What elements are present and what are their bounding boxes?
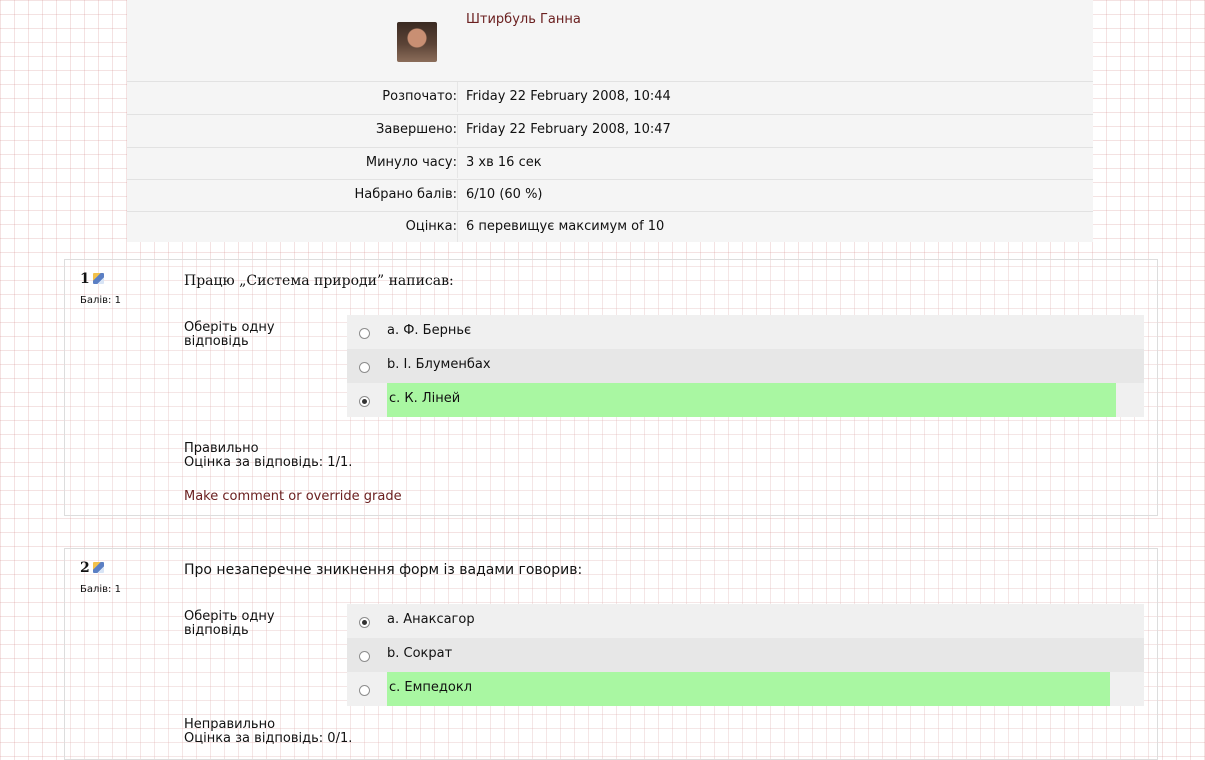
- user-name-link[interactable]: Штирбуль Ганна: [466, 12, 581, 27]
- answer-label: b. Сократ: [387, 646, 453, 661]
- answer-feedback: Правильно Оцінка за відповідь: 1/1.: [184, 442, 352, 470]
- answer-label: a. Ф. Берньє: [387, 323, 472, 338]
- grade-text: Оцінка за відповідь: 0/1.: [184, 731, 353, 746]
- correct-answer-highlight: c. К. Ліней: [387, 383, 1116, 417]
- question-text: Про незаперечне зникнення форм із вадами…: [184, 562, 583, 578]
- attempt-summary: Штирбуль Ганна Розпочато: Friday 22 Febr…: [127, 0, 1093, 242]
- answer-list: a. Ф. Берньє b. І. Блуменбах c. К. Ліней: [347, 315, 1144, 417]
- summary-value: Friday 22 February 2008, 10:47: [466, 122, 671, 137]
- summary-value: 3 хв 16 сек: [466, 155, 542, 170]
- answer-radio[interactable]: [359, 328, 370, 339]
- summary-row-marks: Набрано балів: 6/10 (60 %): [127, 179, 1093, 210]
- answer-prompt: Оберіть одну відповідь: [184, 609, 275, 638]
- answer-option[interactable]: c. К. Ліней: [347, 383, 1144, 417]
- answer-option[interactable]: b. Сократ: [347, 638, 1144, 672]
- summary-row-grade: Оцінка: 6 перевищує максимум of 10: [127, 211, 1093, 242]
- result-text: Неправильно: [184, 717, 276, 732]
- answer-feedback: Неправильно Оцінка за відповідь: 0/1.: [184, 718, 352, 746]
- answer-radio[interactable]: [359, 685, 370, 696]
- summary-row-time-taken: Минуло часу: 3 хв 16 сек: [127, 147, 1093, 178]
- question-text: Працю „Система природи” написав:: [184, 273, 454, 289]
- question-marks: Балів: 1: [80, 295, 121, 306]
- answer-label: b. І. Блуменбах: [387, 357, 491, 372]
- edit-question-icon[interactable]: [92, 562, 104, 573]
- question-number: 1: [80, 271, 104, 287]
- correct-answer-highlight: c. Емпедокл: [387, 672, 1110, 706]
- summary-row-started: Розпочато: Friday 22 February 2008, 10:4…: [127, 81, 1093, 112]
- summary-label: Набрано балів:: [354, 187, 457, 202]
- answer-option[interactable]: c. Емпедокл: [347, 672, 1144, 706]
- answer-radio-selected[interactable]: [359, 396, 370, 407]
- answer-option[interactable]: a. Ф. Берньє: [347, 315, 1144, 349]
- question-2: 2 Балів: 1 Про незаперечне зникнення фор…: [64, 548, 1158, 760]
- answer-prompt: Оберіть одну відповідь: [184, 320, 275, 349]
- answer-list: a. Анаксагор b. Сократ c. Емпедокл: [347, 604, 1144, 706]
- question-number: 2: [80, 560, 104, 576]
- result-text: Правильно: [184, 441, 259, 456]
- summary-label: Минуло часу:: [365, 155, 457, 170]
- summary-label: Оцінка:: [405, 219, 457, 234]
- grade-text: Оцінка за відповідь: 1/1.: [184, 455, 353, 470]
- summary-value: 6 перевищує максимум of 10: [466, 219, 665, 234]
- answer-radio[interactable]: [359, 651, 370, 662]
- summary-label: Розпочато:: [382, 89, 457, 104]
- answer-option[interactable]: a. Анаксагор: [347, 604, 1144, 638]
- edit-question-icon[interactable]: [92, 273, 104, 284]
- question-1: 1 Балів: 1 Працю „Система природи” напис…: [64, 259, 1158, 516]
- answer-label: c. Емпедокл: [389, 680, 473, 695]
- summary-row-completed: Завершено: Friday 22 February 2008, 10:4…: [127, 114, 1093, 145]
- answer-radio[interactable]: [359, 362, 370, 373]
- answer-label: a. Анаксагор: [387, 612, 475, 627]
- summary-value: 6/10 (60 %): [466, 187, 543, 202]
- answer-option[interactable]: b. І. Блуменбах: [347, 349, 1144, 383]
- question-marks: Балів: 1: [80, 584, 121, 595]
- answer-label: c. К. Ліней: [389, 391, 461, 406]
- summary-value: Friday 22 February 2008, 10:44: [466, 89, 671, 104]
- comment-override-link[interactable]: Make comment or override grade: [184, 489, 402, 504]
- answer-radio-selected[interactable]: [359, 617, 370, 628]
- summary-label: Завершено:: [376, 122, 457, 137]
- user-avatar[interactable]: [397, 22, 437, 62]
